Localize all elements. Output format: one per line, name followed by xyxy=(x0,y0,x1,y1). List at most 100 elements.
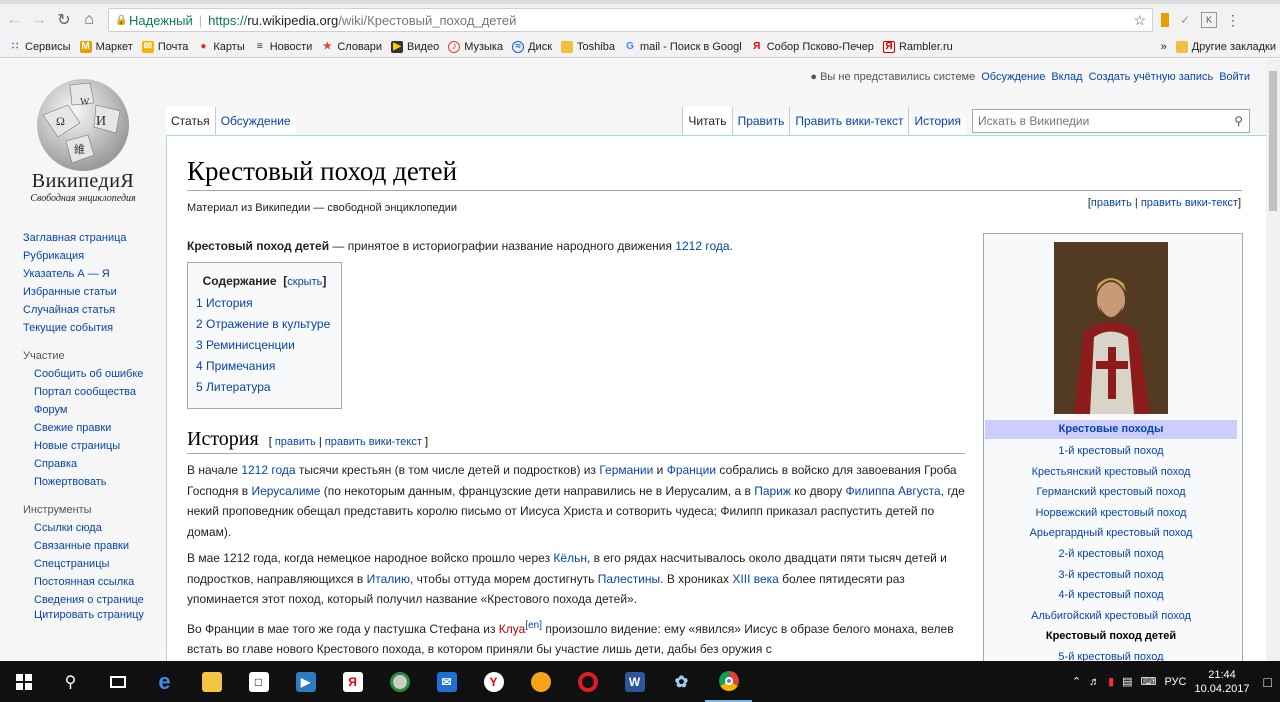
taskbar-chrome[interactable] xyxy=(705,661,752,702)
bookmarks-more[interactable]: » xyxy=(1161,41,1167,53)
infobox-link[interactable]: Арьергардный крестовый поход xyxy=(984,523,1238,544)
link-1212-year[interactable]: 1212 года xyxy=(241,463,295,477)
start-button[interactable] xyxy=(0,661,47,702)
taskbar-paint[interactable]: ✿ xyxy=(658,661,705,702)
search-input[interactable]: Искать в Википедии ⚲ xyxy=(972,109,1250,133)
back-icon[interactable]: ← xyxy=(3,9,25,31)
tab-talk[interactable]: Обсуждение xyxy=(214,107,296,135)
sidebar-item-main[interactable]: Заглавная страница xyxy=(23,232,127,244)
section-edit-source-link[interactable]: править вики-текст xyxy=(325,436,422,448)
sidebar-item-what-links-here[interactable]: Ссылки сюда xyxy=(34,522,102,534)
sidebar-item-special-pages[interactable]: Спецстраницы xyxy=(34,558,109,570)
home-icon[interactable]: ⌂ xyxy=(78,9,100,31)
volume-icon[interactable]: ♬ xyxy=(1089,676,1100,688)
taskbar-yandex[interactable]: Я xyxy=(329,661,376,702)
tab-edit[interactable]: Править xyxy=(731,107,790,135)
taskbar-edge[interactable]: e xyxy=(141,661,188,702)
tab-article[interactable]: Статья xyxy=(166,107,215,135)
chevron-up-icon[interactable]: ⌃ xyxy=(1072,675,1081,688)
reload-icon[interactable]: ↻ xyxy=(53,9,75,31)
toc-item[interactable]: 2 Отражение в культуре xyxy=(196,314,333,335)
sidebar-item-index[interactable]: Указатель А — Я xyxy=(23,268,110,280)
battery-icon[interactable]: ▮ xyxy=(1108,675,1114,688)
sidebar-item-rubrication[interactable]: Рубрикация xyxy=(23,250,84,262)
url-input[interactable]: 🔒 Надежный | https:// ru.wikipedia.org /… xyxy=(108,8,1153,32)
link-jerusalem[interactable]: Иерусалиме xyxy=(251,484,320,498)
infobox-link[interactable]: Германский крестовый поход xyxy=(984,482,1238,503)
sidebar-item-related-changes[interactable]: Связанные правки xyxy=(34,540,129,552)
taskbar-yandex-browser[interactable]: Y xyxy=(470,661,517,702)
bookmark-other[interactable]: Другие закладки xyxy=(1175,40,1276,53)
sidebar-item-cite[interactable]: Цитировать страницу xyxy=(34,609,144,621)
tab-read[interactable]: Читать xyxy=(682,107,732,135)
taskbar-explorer[interactable] xyxy=(188,661,235,702)
bookmark-dictionaries[interactable]: ★ Словари xyxy=(321,41,382,53)
toc-item[interactable]: 1 История xyxy=(196,293,333,314)
scrollbar-thumb[interactable] xyxy=(1269,71,1277,211)
network-icon[interactable]: ▤ xyxy=(1122,675,1132,688)
link-1212[interactable]: 1212 года xyxy=(675,239,729,253)
taskbar-disc[interactable] xyxy=(376,661,423,702)
link-cloyes[interactable]: Клуа xyxy=(499,622,526,636)
bookmark-toshiba[interactable]: Toshiba xyxy=(561,40,615,53)
personal-talk-link[interactable]: Обсуждение xyxy=(981,71,1045,83)
infobox-link[interactable]: 3-й крестовый поход xyxy=(984,565,1238,586)
bookmark-mail[interactable]: ✉ Почта xyxy=(141,40,188,53)
personal-contrib-link[interactable]: Вклад xyxy=(1051,71,1082,83)
forward-icon[interactable]: → xyxy=(28,9,50,31)
sidebar-item-new-pages[interactable]: Новые страницы xyxy=(34,440,120,452)
sidebar-item-permanent-link[interactable]: Постоянная ссылка xyxy=(34,576,134,588)
edit-source-link[interactable]: править вики-текст xyxy=(1141,197,1238,209)
infobox-link[interactable]: Крестьянский крестовый поход xyxy=(984,462,1238,483)
sidebar-item-random[interactable]: Случайная статья xyxy=(23,304,115,316)
link-germany[interactable]: Германии xyxy=(599,463,653,477)
link-philip-augustus[interactable]: Филиппа Августа xyxy=(845,484,940,498)
page-scrollbar[interactable] xyxy=(1266,59,1280,661)
infobox-link[interactable]: 5-й крестовый поход xyxy=(984,647,1238,661)
taskbar-app-sun[interactable] xyxy=(517,661,564,702)
link-paris[interactable]: Париж xyxy=(754,484,791,498)
infobox-link[interactable]: 1-й крестовый поход xyxy=(984,441,1238,462)
infobox-link[interactable]: 2-й крестовый поход xyxy=(984,544,1238,565)
infobox-link[interactable]: Норвежский крестовый поход xyxy=(984,503,1238,524)
link-italy[interactable]: Италию xyxy=(367,572,410,586)
bookmark-sobor[interactable]: Я Собор Псково-Печер xyxy=(751,41,874,53)
sidebar-item-forum[interactable]: Форум xyxy=(34,404,67,416)
sidebar-item-page-info[interactable]: Сведения о странице xyxy=(34,594,144,606)
toc-item[interactable]: 4 Примечания xyxy=(196,356,333,377)
taskbar-mail[interactable]: ✉ xyxy=(423,661,470,702)
bookmark-news[interactable]: ≡ Новости xyxy=(254,41,313,53)
create-account-link[interactable]: Создать учётную запись xyxy=(1089,71,1214,83)
link-cologne[interactable]: Кёльн xyxy=(553,551,587,565)
link-palestine[interactable]: Палестины xyxy=(598,572,660,586)
bookmark-music[interactable]: ♪ Музыка xyxy=(448,40,503,53)
login-link[interactable]: Войти xyxy=(1219,71,1250,83)
bookmark-google-mail[interactable]: Gmail - Поиск в Googl xyxy=(624,41,742,53)
notification-icon[interactable]: □ xyxy=(1264,674,1272,690)
sidebar-item-help[interactable]: Справка xyxy=(34,458,77,470)
section-edit-link[interactable]: править xyxy=(275,436,316,448)
extension-k-icon[interactable]: K xyxy=(1201,12,1217,28)
sidebar-item-current-events[interactable]: Текущие события xyxy=(23,322,113,334)
sidebar-item-recent-changes[interactable]: Свежие правки xyxy=(34,422,111,434)
infobox-link[interactable]: Альбигойский крестовый поход xyxy=(984,606,1238,627)
keyboard-icon[interactable]: ⌨ xyxy=(1141,675,1157,688)
crusader-portrait-image[interactable] xyxy=(1054,242,1168,414)
taskbar-store[interactable]: □ xyxy=(235,661,282,702)
bookmark-rambler[interactable]: Я Rambler.ru xyxy=(882,40,953,53)
extension-pin-icon[interactable]: ✓ xyxy=(1177,12,1193,28)
bookmark-services[interactable]: ∷ Сервисы xyxy=(9,41,71,53)
sidebar-item-donate[interactable]: Пожертвовать xyxy=(34,476,107,488)
bookmark-star-icon[interactable]: ☆ xyxy=(1133,12,1146,29)
interwiki-en-link[interactable]: [en] xyxy=(525,620,542,631)
link-13th-century[interactable]: XIII века xyxy=(732,572,778,586)
search-icon[interactable]: ⚲ xyxy=(1234,114,1243,128)
sidebar-item-report-error[interactable]: Сообщить об ошибке xyxy=(34,368,143,380)
menu-icon[interactable]: ⋮ xyxy=(1225,12,1241,28)
search-taskbar-button[interactable]: ⚲ xyxy=(47,661,94,702)
bookmark-market[interactable]: М Маркет xyxy=(79,40,133,53)
tab-history[interactable]: История xyxy=(908,107,966,135)
taskbar-word[interactable]: W xyxy=(611,661,658,702)
bookmark-maps[interactable]: ● Карты xyxy=(197,41,244,53)
toc-item[interactable]: 3 Реминисценции xyxy=(196,335,333,356)
